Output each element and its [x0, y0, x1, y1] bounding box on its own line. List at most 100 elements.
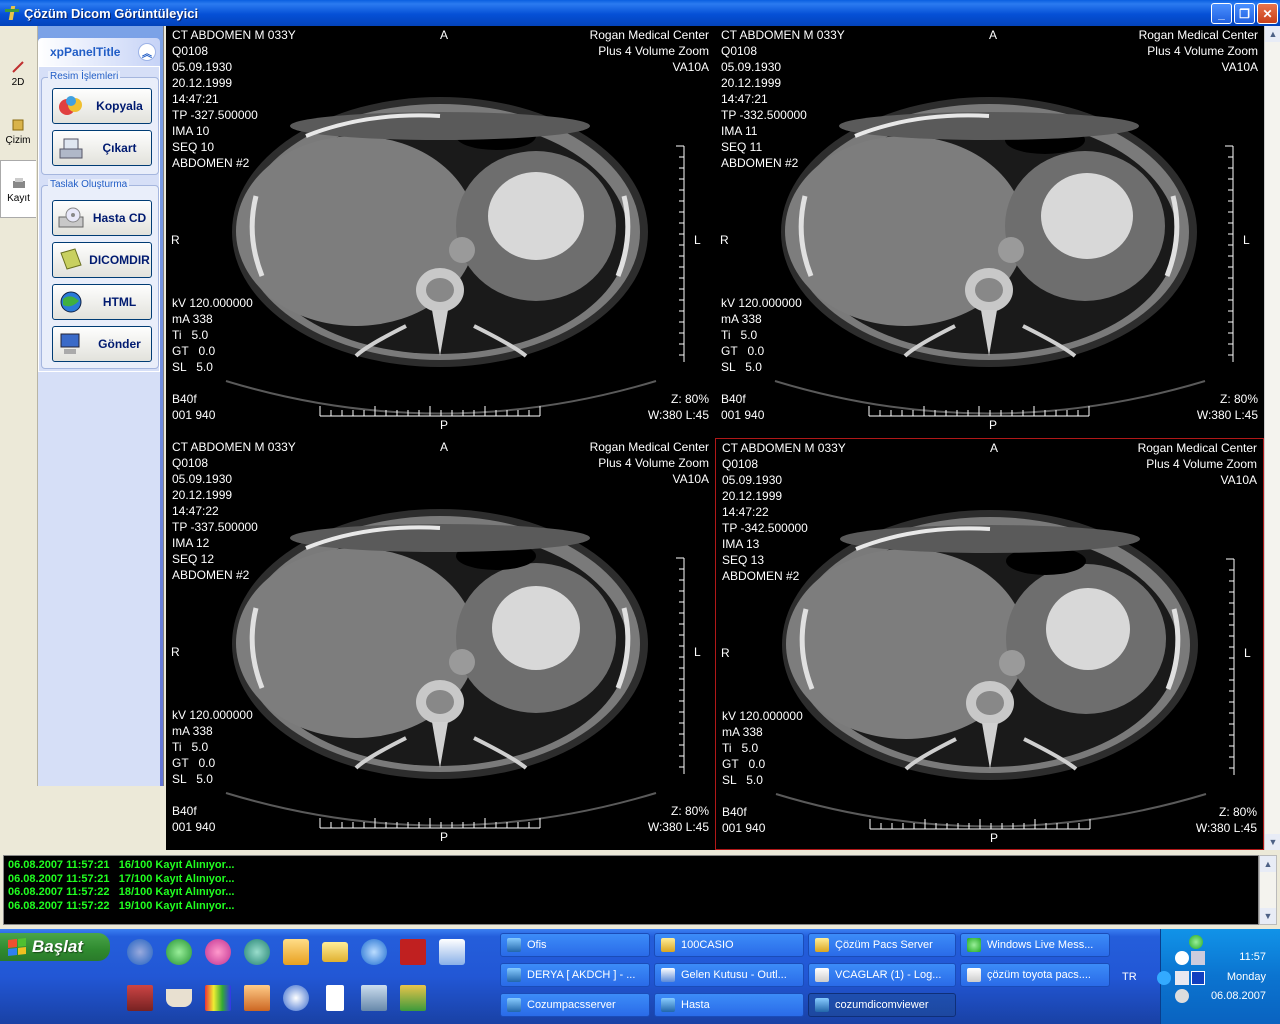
overlay-tp: TP -337.500000	[172, 520, 258, 534]
overlay-ti: Ti 5.0	[172, 740, 209, 754]
overlay-institution: Rogan Medical Center	[1137, 441, 1257, 455]
windows-flag-icon	[8, 938, 26, 956]
dicom-app-icon[interactable]	[120, 981, 159, 1015]
overlay-study: CT ABDOMEN M 033Y	[722, 441, 846, 455]
log-scrollbar[interactable]: ▲ ▼	[1259, 855, 1277, 925]
outlook-express-icon[interactable]	[276, 935, 315, 969]
start-label: Başlat	[32, 937, 84, 956]
taskbar-task-button[interactable]: VCAGLAR (1) - Log...	[808, 963, 956, 987]
send-button[interactable]: Gönder	[52, 326, 152, 362]
html-button[interactable]: HTML	[52, 284, 152, 320]
dicomdir-button[interactable]: DICOMDIR	[52, 242, 152, 278]
taskbar-task-button[interactable]: Cozumpacsserver	[500, 993, 650, 1017]
overlay-time: 14:47:22	[172, 504, 219, 518]
network-icon[interactable]	[1191, 951, 1205, 965]
taskbar-task-button[interactable]: 100CASIO	[654, 933, 804, 957]
dicom-image-tile[interactable]: CT ABDOMEN M 033Y Q0108 05.09.1930 20.12.19…	[166, 26, 715, 438]
overlay-bottom-right: Z: 80% W:380 L:45	[648, 803, 709, 835]
folder-icon[interactable]	[315, 935, 354, 969]
dicom-image-tile[interactable]: CT ABDOMEN M 033Y Q0108 05.09.1930 20.12.19…	[715, 26, 1264, 438]
export-label: Çıkart	[102, 141, 137, 155]
tab-drawing[interactable]: Çizim	[0, 102, 36, 160]
image-viewer-icon[interactable]	[237, 981, 276, 1015]
app-green-swirl-icon[interactable]	[159, 935, 198, 969]
dicom-viewer[interactable]: CT ABDOMEN M 033Y Q0108 05.09.1930 20.12.19…	[166, 26, 1264, 850]
export-icon	[56, 134, 86, 162]
overlay-tp: TP -342.500000	[722, 521, 808, 535]
taskbar-task-button[interactable]: Gelen Kutusu - Outl...	[654, 963, 804, 987]
taskbar-task-button[interactable]: Hasta	[654, 993, 804, 1017]
start-button[interactable]: Başlat	[0, 933, 110, 961]
overlay-ti: Ti 5.0	[172, 328, 209, 342]
usb-device-icon[interactable]	[1175, 989, 1189, 1003]
maximize-button[interactable]: ❐	[1234, 3, 1255, 24]
internet-explorer-icon[interactable]	[354, 935, 393, 969]
patient-cd-button[interactable]: Hasta CD	[52, 200, 152, 236]
viewer-app-icon[interactable]	[393, 981, 432, 1015]
overlay-top-left: CT ABDOMEN M 033Y Q0108 05.09.1930 20.12.19…	[172, 439, 296, 583]
taskbar-task-button[interactable]: Çözüm Pacs Server	[808, 933, 956, 957]
dicom-image-tile[interactable]: CT ABDOMEN M 033Y Q0108 05.09.1930 20.12.19…	[166, 438, 715, 850]
abc-dictionary-icon[interactable]	[393, 935, 432, 969]
close-button[interactable]: ✕	[1257, 3, 1278, 24]
overlay-ti: Ti 5.0	[722, 741, 759, 755]
panel-empty-area	[38, 372, 160, 786]
dicom-image-tile[interactable]: CT ABDOMEN M 033Y Q0108 05.09.1930 20.12.19…	[715, 438, 1264, 850]
window-icon[interactable]	[1175, 971, 1189, 985]
orientation-marker-top: A	[440, 28, 449, 42]
overlay-window: W:380 L:45	[1196, 408, 1258, 422]
panda-icon[interactable]	[1175, 951, 1189, 965]
coffee-cup-icon[interactable]	[159, 981, 198, 1015]
tab-save[interactable]: Kayıt	[0, 160, 36, 218]
taskbar-task-label: Gelen Kutusu - Outl...	[681, 969, 787, 981]
viewer-scrollbar[interactable]: ▲ ▼	[1264, 26, 1280, 850]
language-indicator[interactable]: TR	[1122, 971, 1137, 983]
taskbar-task-button[interactable]: çözüm toyota pacs....	[960, 963, 1110, 987]
overlay-window: W:380 L:45	[1195, 821, 1257, 835]
media-player-icon[interactable]	[276, 981, 315, 1015]
overlay-date: 20.12.1999	[722, 489, 783, 503]
app-teal-swirl-icon[interactable]	[237, 935, 276, 969]
overlay-seq: SEQ 12	[172, 552, 215, 566]
taskbar-task-label: VCAGLAR (1) - Log...	[835, 969, 942, 981]
network-tool-icon[interactable]	[354, 981, 393, 1015]
scroll-up-icon[interactable]: ▲	[1260, 856, 1276, 872]
panel-header: xpPanelTitle ︽	[38, 38, 160, 66]
tray-back-arrow-icon[interactable]	[1157, 971, 1171, 985]
messenger-status-icon[interactable]	[1189, 935, 1203, 949]
app-pink-swirl-icon[interactable]	[198, 935, 237, 969]
taskbar-task-label: Cozumpacsserver	[527, 999, 616, 1011]
scroll-down-icon[interactable]: ▼	[1265, 834, 1280, 850]
outlook-icon	[661, 968, 675, 982]
play-icon[interactable]	[1191, 971, 1205, 985]
dicomdir-label: DICOMDIR	[89, 253, 150, 267]
overlay-model: Plus 4 Volume Zoom	[1146, 457, 1257, 471]
export-button[interactable]: Çıkart	[52, 130, 152, 166]
log-line: 06.08.2007 11:57:22 19/100 Kayıt Alınıyo…	[8, 899, 235, 912]
overlay-model: Plus 4 Volume Zoom	[598, 456, 709, 470]
taskbar-task-button[interactable]: Windows Live Mess...	[960, 933, 1110, 957]
taskbar-task-button[interactable]: Ofis	[500, 933, 650, 957]
collapse-chevron-icon[interactable]: ︽	[138, 43, 156, 61]
minimize-button[interactable]: _	[1211, 3, 1232, 24]
paint-brushes-icon[interactable]	[198, 981, 237, 1015]
send-label: Gönder	[98, 337, 141, 351]
notepad-icon[interactable]	[315, 981, 354, 1015]
overlay-series: ABDOMEN #2	[172, 156, 250, 170]
taskbar-task-button[interactable]: DERYA [ AKDCH ] - ...	[500, 963, 650, 987]
browser-window-icon[interactable]	[432, 935, 471, 969]
scroll-up-icon[interactable]: ▲	[1265, 26, 1280, 42]
log-console[interactable]: 06.08.2007 11:57:21 16/100 Kayıt Alınıyo…	[3, 855, 1259, 925]
horizontal-scale-ruler	[869, 819, 1091, 830]
overlay-bottom-right: Z: 80% W:380 L:45	[1196, 804, 1257, 836]
app-blue-swirl-icon[interactable]	[120, 935, 159, 969]
taskbar-task-label: DERYA [ AKDCH ] - ...	[527, 969, 636, 981]
horizontal-scale-ruler	[319, 818, 541, 829]
scroll-down-icon[interactable]: ▼	[1260, 908, 1276, 924]
overlay-sl: SL 5.0	[172, 772, 213, 786]
overlay-zoom: Z: 80%	[1219, 392, 1258, 406]
vertical-scale-ruler	[676, 557, 685, 774]
taskbar-task-button[interactable]: cozumdicomviewer	[808, 993, 956, 1017]
tab-2d[interactable]: 2D	[0, 44, 36, 102]
copy-button[interactable]: Kopyala	[52, 88, 152, 124]
